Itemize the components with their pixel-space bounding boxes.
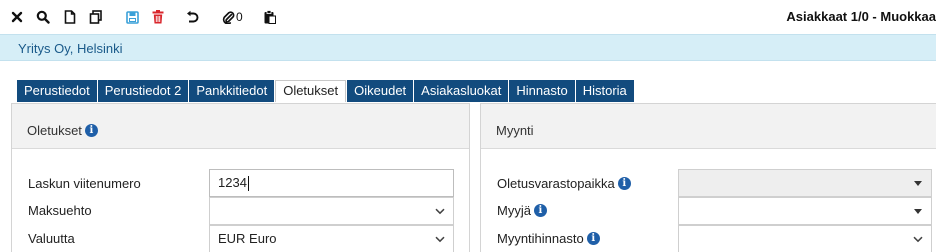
toolbar: 0 Asiakkaat 1/0 - Muokkaa (0, 0, 936, 34)
info-icon[interactable]: i (617, 177, 631, 190)
window-title: Asiakkaat 1/0 - Muokkaa (786, 9, 936, 24)
defaults-panel: Oletukset i Laskun viitenumero 1234 Maks… (11, 103, 470, 252)
default-warehouse-label-text: Oletusvarastopaikka (497, 176, 615, 191)
invoice-ref-label: Laskun viitenumero (28, 176, 141, 191)
clipboard-icon[interactable] (262, 9, 278, 25)
sales-pricelist-label: Myyntihinnasto i (497, 231, 600, 246)
chevron-down-icon (435, 198, 445, 224)
tab-perustiedot[interactable]: Perustiedot (17, 80, 97, 102)
caret-down-icon (914, 181, 922, 186)
search-icon[interactable] (35, 9, 51, 25)
tab-asiakasluokat[interactable]: Asiakasluokat (414, 80, 509, 102)
new-document-icon[interactable] (62, 9, 78, 25)
defaults-panel-header: Oletukset i (12, 104, 469, 149)
payment-term-label: Maksuehto (28, 203, 92, 218)
currency-label: Valuutta (28, 231, 75, 246)
currency-value: EUR Euro (218, 231, 277, 246)
text-cursor (247, 176, 249, 192)
invoice-ref-input[interactable]: 1234 (209, 169, 454, 197)
tab-hinnasto[interactable]: Hinnasto (509, 80, 575, 102)
currency-select[interactable]: EUR Euro (209, 225, 454, 252)
attachment-icon[interactable] (220, 9, 236, 25)
sales-panel-header: Myynti (481, 104, 936, 149)
delete-icon[interactable] (150, 9, 166, 25)
seller-select[interactable] (678, 197, 932, 225)
default-warehouse-label: Oletusvarastopaikka i (497, 176, 631, 191)
copy-icon[interactable] (88, 9, 104, 25)
undo-icon[interactable] (184, 9, 200, 25)
seller-label: Myyjä i (497, 203, 547, 218)
tab-pankkitiedot[interactable]: Pankkitiedot (189, 80, 275, 102)
sales-panel-title: Myynti (496, 123, 534, 138)
info-icon[interactable]: i (84, 124, 98, 137)
company-bar: Yritys Oy, Helsinki (0, 34, 936, 61)
sales-pricelist-label-text: Myyntihinnasto (497, 231, 584, 246)
tab-oikeudet[interactable]: Oikeudet (347, 80, 414, 102)
company-name: Yritys Oy, Helsinki (18, 41, 123, 56)
sales-pricelist-select[interactable] (678, 225, 932, 252)
tab-bar: Perustiedot Perustiedot 2 Pankkitiedot O… (17, 80, 635, 102)
sales-panel: Myynti Oletusvarastopaikka i Myyjä i Myy… (480, 103, 936, 252)
caret-down-icon (914, 209, 922, 214)
save-icon[interactable] (124, 9, 140, 25)
seller-label-text: Myyjä (497, 203, 531, 218)
tab-historia[interactable]: Historia (575, 80, 634, 102)
tab-oletukset[interactable]: Oletukset (275, 80, 347, 102)
payment-term-select[interactable] (209, 197, 454, 225)
defaults-panel-title: Oletukset (27, 123, 82, 138)
info-icon[interactable]: i (586, 232, 600, 245)
info-icon[interactable]: i (533, 204, 547, 217)
default-warehouse-select[interactable] (678, 169, 932, 197)
chevron-down-icon (913, 226, 923, 252)
invoice-ref-value: 1234 (218, 175, 247, 190)
attachment-count: 0 (236, 10, 243, 24)
tab-perustiedot-2[interactable]: Perustiedot 2 (97, 80, 189, 102)
chevron-down-icon (435, 226, 445, 252)
close-icon[interactable] (9, 9, 25, 25)
